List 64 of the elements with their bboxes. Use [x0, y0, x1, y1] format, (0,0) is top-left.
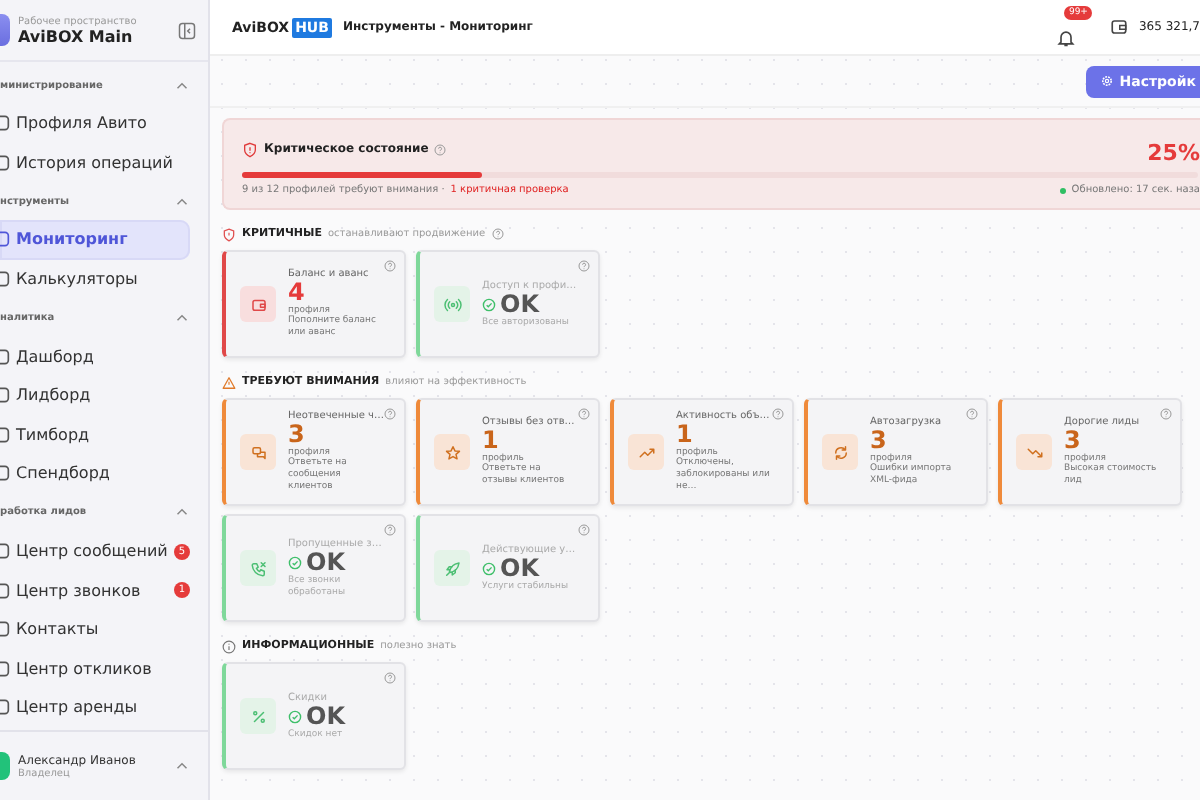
nav-item[interactable]: Мониторинг: [0, 220, 190, 260]
card-value: 3: [870, 428, 887, 454]
card-value: OK: [306, 703, 345, 729]
help-icon[interactable]: [578, 524, 590, 536]
card-value: 1: [676, 422, 693, 448]
wallet-icon: [240, 286, 276, 322]
signal-icon: [434, 286, 470, 322]
chevron-icon[interactable]: [176, 81, 188, 89]
wallet-icon: [1110, 18, 1129, 36]
card-value: OK: [500, 555, 539, 581]
settings-icon: [1099, 74, 1114, 88]
chevron-icon[interactable]: [176, 197, 188, 206]
nav-item[interactable]: Калькуляторы: [0, 259, 190, 299]
nav-item[interactable]: Профиля Авито: [0, 104, 190, 144]
avatar: [0, 752, 10, 780]
check-circle-icon: [482, 561, 496, 575]
workspace-name[interactable]: AviBOX Main: [18, 27, 170, 45]
shield-alert-icon: [242, 141, 258, 157]
bell-icon[interactable]: [1056, 27, 1077, 47]
help-icon[interactable]: [578, 260, 590, 272]
workspace-logo: [0, 14, 10, 46]
help-icon[interactable]: [384, 672, 396, 684]
warning-icon: [222, 375, 236, 389]
help-icon[interactable]: [578, 408, 590, 420]
nav-item[interactable]: Тимборд: [0, 415, 190, 455]
card-value: 1: [482, 428, 499, 454]
chevron-icon[interactable]: [176, 313, 188, 322]
card-value: 3: [288, 422, 305, 448]
card-value: 3: [1064, 428, 1081, 454]
trend-down-icon: [1016, 434, 1052, 470]
nav-item[interactable]: Дашборд: [0, 336, 190, 376]
help-icon[interactable]: [1160, 408, 1172, 420]
chevron-icon[interactable]: [176, 508, 188, 517]
nav-item[interactable]: Центр откликов: [0, 649, 190, 689]
help-icon[interactable]: [434, 143, 447, 155]
check-circle-icon: [288, 555, 302, 569]
nav-item[interactable]: Спендборд: [0, 454, 190, 494]
phone-icon: [240, 550, 276, 586]
help-icon[interactable]: [491, 228, 504, 240]
card-value: 4: [288, 280, 305, 306]
nav-item[interactable]: Контакты: [0, 609, 190, 650]
sidebar-collapse-icon[interactable]: [178, 21, 196, 39]
card-value: OK: [500, 291, 539, 317]
nav-item[interactable]: Центр аренды: [0, 688, 190, 728]
check-circle-icon: [482, 297, 496, 311]
card-value: OK: [306, 549, 345, 575]
help-icon[interactable]: [384, 408, 396, 420]
nav-item[interactable]: Лидборд: [0, 375, 190, 416]
percent-icon: [240, 698, 276, 734]
refresh-icon: [822, 434, 858, 470]
trend-up-icon: [628, 434, 664, 470]
help-icon[interactable]: [966, 408, 978, 420]
check-circle-icon: [288, 709, 302, 723]
chevron-icon[interactable]: [176, 762, 188, 770]
chat-icon: [240, 434, 276, 470]
shield-alert-icon: [222, 227, 236, 241]
help-icon[interactable]: [384, 260, 396, 272]
status-dot: [1059, 187, 1066, 193]
help-icon[interactable]: [772, 408, 784, 420]
nav-item[interactable]: История операций: [0, 143, 190, 183]
help-icon[interactable]: [384, 524, 396, 536]
info-icon: [222, 639, 236, 653]
rocket-icon: [434, 550, 470, 586]
health-percent: 25%: [1147, 140, 1200, 166]
